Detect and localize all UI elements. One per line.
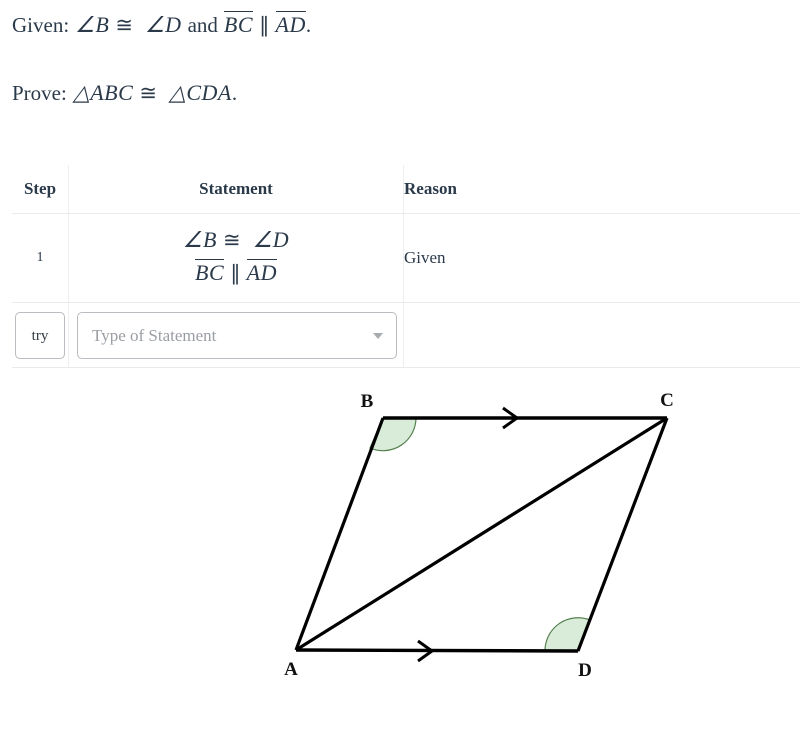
segment-ad <box>295 648 579 653</box>
statement-segment-bc: BC <box>195 258 225 285</box>
congruent-symbol: ≅ <box>115 13 133 37</box>
prove-statement: Prove: △ABC ≅ △CDA. <box>12 80 237 106</box>
segment-ab <box>294 417 385 651</box>
parallelogram-svg: B C A D <box>284 390 674 681</box>
statement-angle-d: ∠D <box>252 227 290 252</box>
vertex-label-a: A <box>284 659 298 680</box>
statement-line-segments: BC ∥ AD <box>69 258 403 288</box>
vertex-label-b: B <box>361 391 374 412</box>
segment-cd <box>576 417 669 652</box>
prove-triangle-cda: △CDA <box>168 80 232 105</box>
geometry-figure: B C A D <box>255 380 715 700</box>
column-header-statement: Statement <box>68 165 404 214</box>
given-segment-ad: AD <box>275 11 306 37</box>
vertex-label-c: C <box>660 390 674 411</box>
given-angle-b: ∠B <box>75 12 110 37</box>
given-statement: Given: ∠B ≅ ∠D and BC ∥ AD. <box>12 11 311 38</box>
given-segment-bc: BC <box>223 11 254 37</box>
table-header-row: Step Statement Reason <box>12 165 800 214</box>
entry-statement-cell: Type of Statement <box>68 302 404 369</box>
given-conjunction: and <box>187 13 218 37</box>
try-button[interactable]: try <box>15 311 65 359</box>
table-row: 1 ∠B ≅ ∠D BC ∥ AD Given <box>12 213 800 304</box>
proof-table: Step Statement Reason 1 ∠B ≅ ∠D BC ∥ AD Give… <box>12 165 800 369</box>
given-label: Given: <box>12 13 70 37</box>
table-entry-row: try Type of Statement <box>12 302 800 369</box>
given-angle-d: ∠D <box>144 12 182 37</box>
statement-content: ∠B ≅ ∠D BC ∥ AD <box>69 214 403 302</box>
prove-label: Prove: <box>12 81 67 105</box>
congruent-symbol: ≅ <box>222 228 241 252</box>
statement-angle-b: ∠B <box>182 227 217 252</box>
column-header-step: Step <box>12 165 69 214</box>
given-period: . <box>305 13 312 37</box>
segment-ac-diagonal <box>295 416 668 652</box>
entry-step-cell: try <box>12 302 69 369</box>
statement-segment-ad: AD <box>246 258 277 285</box>
prove-period: . <box>231 81 238 105</box>
column-header-reason: Reason <box>403 165 800 214</box>
prove-triangle-abc: △ABC <box>72 80 134 105</box>
congruent-symbol: ≅ <box>139 81 157 105</box>
parallel-symbol: ∥ <box>259 13 270 37</box>
entry-reason-cell[interactable] <box>403 302 800 369</box>
statement-line-angles: ∠B ≅ ∠D <box>69 226 403 254</box>
row-step-number: 1 <box>12 213 69 304</box>
row-reason: Given <box>403 213 800 304</box>
vertex-label-d: D <box>578 660 592 681</box>
statement-type-select[interactable]: Type of Statement <box>77 311 397 359</box>
statement-type-select-wrapper: Type of Statement <box>77 311 397 359</box>
row-statement: ∠B ≅ ∠D BC ∥ AD <box>68 213 404 304</box>
parallel-symbol: ∥ <box>230 260 241 285</box>
